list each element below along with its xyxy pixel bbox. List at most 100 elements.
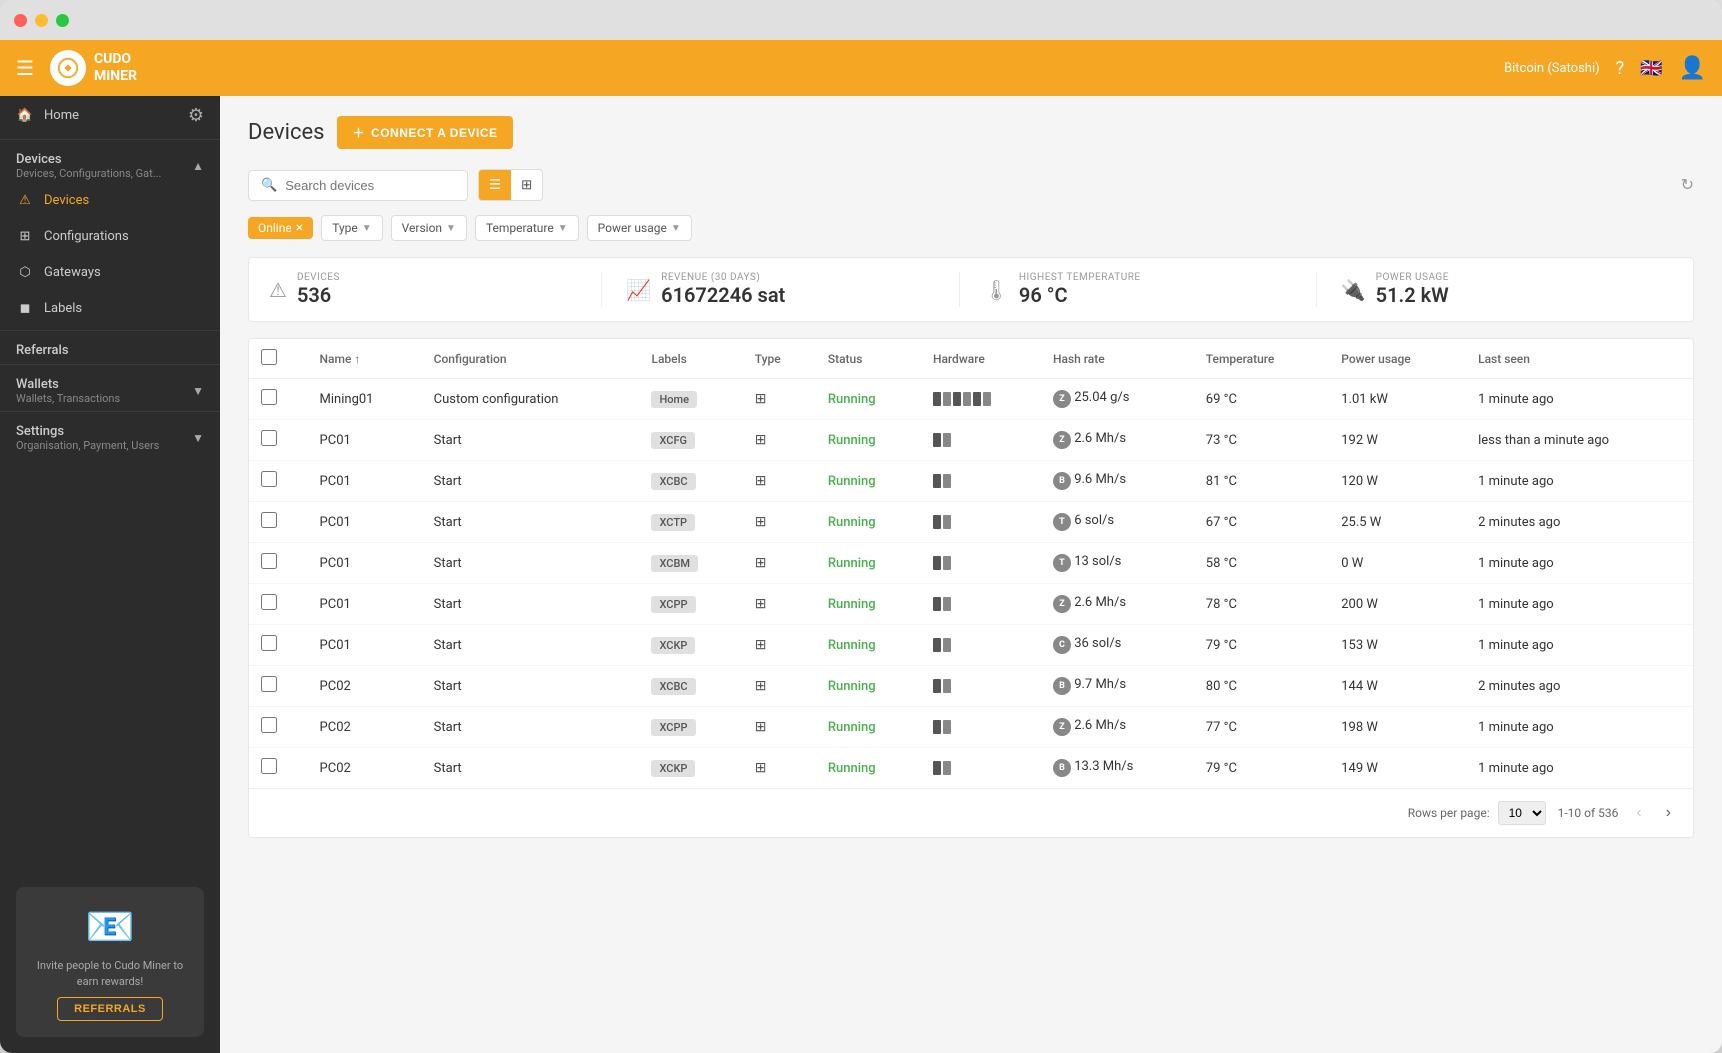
row-checkbox[interactable]: [261, 635, 277, 651]
th-hardware[interactable]: Hardware: [921, 339, 1041, 379]
td-hashrate: B 13.3 Mh/s: [1041, 748, 1194, 789]
th-power[interactable]: Power usage: [1329, 339, 1466, 379]
titlebar: [0, 0, 1722, 40]
td-checkbox: [249, 584, 308, 625]
minimize-dot[interactable]: [35, 14, 48, 27]
hamburger-menu[interactable]: ☰: [16, 56, 34, 80]
th-status[interactable]: Status: [816, 339, 921, 379]
hash-icon: T: [1053, 554, 1071, 572]
referral-text: Invite people to Cudo Miner to earn rewa…: [32, 958, 188, 989]
referral-image: 📧: [85, 903, 135, 950]
th-temperature[interactable]: Temperature: [1194, 339, 1329, 379]
refresh-button[interactable]: ↻: [1681, 175, 1694, 195]
filter-chip-close[interactable]: ×: [296, 221, 303, 235]
th-hashrate[interactable]: Hash rate: [1041, 339, 1194, 379]
maximize-dot[interactable]: [56, 14, 69, 27]
filter-power-usage[interactable]: Power usage ▼: [587, 215, 692, 241]
prev-page-button[interactable]: ‹: [1630, 802, 1647, 824]
td-temperature: 67 °C: [1194, 502, 1329, 543]
hardware-bar: [933, 392, 1029, 406]
flag-icon[interactable]: 🇬🇧: [1640, 58, 1662, 79]
td-temperature: 79 °C: [1194, 625, 1329, 666]
select-all-checkbox[interactable]: [261, 349, 277, 365]
user-icon[interactable]: 👤: [1679, 56, 1706, 81]
row-checkbox[interactable]: [261, 389, 277, 405]
td-lastseen: 2 minutes ago: [1466, 502, 1693, 543]
page-header: Devices ＋ CONNECT A DEVICE: [248, 116, 1694, 149]
sidebar-group-referrals[interactable]: Referrals: [0, 335, 220, 360]
home-settings-icon[interactable]: ⚙: [188, 105, 204, 126]
sidebar-item-devices[interactable]: ⚠ Devices: [0, 182, 220, 218]
temperature-stat-icon: 🌡: [984, 278, 1009, 302]
td-label: XCPP: [639, 707, 742, 748]
row-checkbox[interactable]: [261, 717, 277, 733]
row-checkbox[interactable]: [261, 512, 277, 528]
row-checkbox[interactable]: [261, 553, 277, 569]
td-config: Start: [422, 666, 640, 707]
td-power: 120 W: [1329, 461, 1466, 502]
row-checkbox[interactable]: [261, 676, 277, 692]
filter-temperature[interactable]: Temperature ▼: [475, 215, 579, 241]
filter-type[interactable]: Type ▼: [321, 215, 382, 241]
top-nav: ☰ CUDOMINER Bitcoin (Satoshi) ? 🇬🇧 👤: [0, 40, 1722, 96]
connect-device-button[interactable]: ＋ CONNECT A DEVICE: [337, 116, 514, 149]
td-status: Running: [816, 666, 921, 707]
td-hardware: [921, 666, 1041, 707]
td-label: XCBC: [639, 666, 742, 707]
th-configuration[interactable]: Configuration: [422, 339, 640, 379]
help-icon[interactable]: ?: [1616, 58, 1625, 79]
os-icon: ⊞: [755, 391, 767, 407]
hw-segment: [933, 556, 941, 570]
td-type: ⊞: [743, 420, 816, 461]
sidebar-group-devices[interactable]: Devices Devices, Configurations, Gat... …: [0, 144, 220, 182]
hw-segment: [973, 392, 981, 406]
row-checkbox[interactable]: [261, 758, 277, 774]
td-hashrate: T 13 sol/s: [1041, 543, 1194, 584]
close-dot[interactable]: [14, 14, 27, 27]
sidebar-item-labels[interactable]: ◼ Labels: [0, 290, 220, 326]
sidebar-item-gateways[interactable]: ⬡ Gateways: [0, 254, 220, 290]
filter-temperature-label: Temperature: [486, 221, 554, 235]
hw-segment: [943, 556, 951, 570]
th-labels[interactable]: Labels: [639, 339, 742, 379]
filter-version[interactable]: Version ▼: [391, 215, 467, 241]
main-layout: 🏠 Home ⚙ Devices Devices, Configurations…: [0, 96, 1722, 1053]
td-temperature: 81 °C: [1194, 461, 1329, 502]
grid-view-button[interactable]: ⊞: [511, 170, 542, 200]
hardware-bar: [933, 720, 1029, 734]
search-input[interactable]: [285, 178, 455, 193]
sidebar-labels-label: Labels: [44, 301, 82, 316]
hw-segment: [963, 392, 971, 406]
sidebar-home-label: Home: [44, 108, 79, 123]
row-checkbox[interactable]: [261, 594, 277, 610]
td-hashrate: C 36 sol/s: [1041, 625, 1194, 666]
search-box: 🔍: [248, 170, 468, 201]
stat-temp-label: HIGHEST TEMPERATURE: [1019, 272, 1141, 283]
cudo-logo-svg: [57, 57, 79, 79]
connect-btn-label: CONNECT A DEVICE: [371, 126, 497, 140]
label-badge: XCBC: [651, 678, 695, 695]
devices-table-container: Name ↑ Configuration Labels Type Status …: [248, 338, 1694, 838]
currency-label: Bitcoin (Satoshi): [1504, 61, 1600, 76]
td-status: Running: [816, 625, 921, 666]
th-lastseen[interactable]: Last seen: [1466, 339, 1693, 379]
hw-segment: [953, 392, 961, 406]
next-page-button[interactable]: ›: [1660, 802, 1677, 824]
hash-icon: Z: [1053, 431, 1071, 449]
sidebar-item-configurations[interactable]: ⊞ Configurations: [0, 218, 220, 254]
th-type[interactable]: Type: [743, 339, 816, 379]
referrals-button[interactable]: REFERRALS: [57, 997, 163, 1021]
sidebar-group-wallets[interactable]: Wallets Wallets, Transactions ▼: [0, 369, 220, 407]
row-checkbox[interactable]: [261, 471, 277, 487]
topnav-left: ☰ CUDOMINER: [16, 50, 137, 86]
row-checkbox[interactable]: [261, 430, 277, 446]
rows-per-page-select[interactable]: 10 25 50: [1498, 801, 1546, 825]
list-view-button[interactable]: ☰: [479, 170, 511, 200]
status-badge: Running: [828, 474, 876, 489]
th-name[interactable]: Name ↑: [308, 339, 422, 379]
sidebar-group-settings[interactable]: Settings Organisation, Payment, Users ▼: [0, 416, 220, 454]
sidebar: 🏠 Home ⚙ Devices Devices, Configurations…: [0, 96, 220, 1053]
page-title: Devices: [248, 120, 325, 145]
search-icon: 🔍: [261, 178, 277, 193]
sidebar-item-home[interactable]: 🏠 Home ⚙: [0, 96, 220, 135]
